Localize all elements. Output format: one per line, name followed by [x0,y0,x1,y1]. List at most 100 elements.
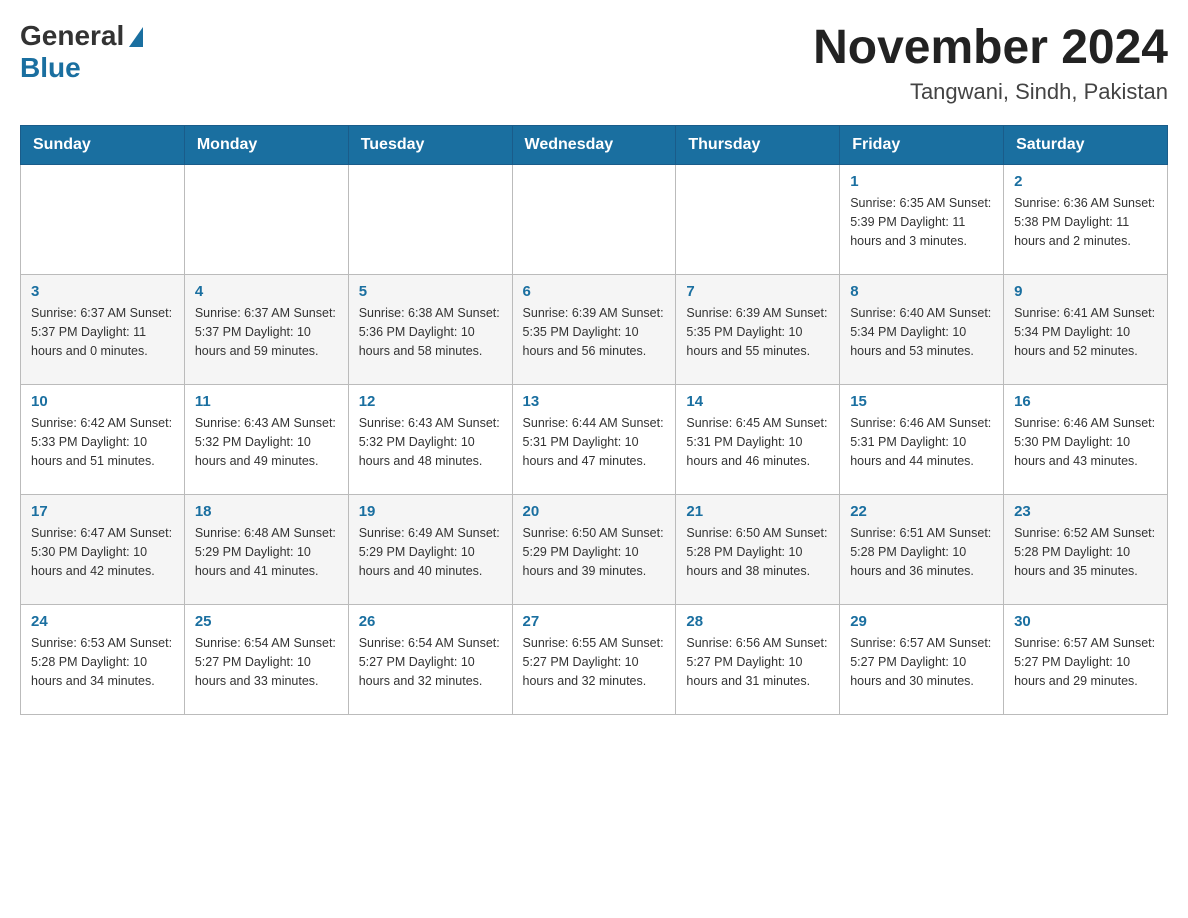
day-info: Sunrise: 6:49 AM Sunset: 5:29 PM Dayligh… [359,524,502,580]
calendar-cell: 24 Sunrise: 6:53 AM Sunset: 5:28 PM Dayli… [21,605,185,715]
day-info: Sunrise: 6:55 AM Sunset: 5:27 PM Dayligh… [523,634,666,690]
day-number: 20 [523,503,666,520]
day-info: Sunrise: 6:48 AM Sunset: 5:29 PM Dayligh… [195,524,338,580]
day-number: 26 [359,613,502,630]
day-number: 19 [359,503,502,520]
calendar-cell: 13Sunrise: 6:44 AM Sunset: 5:31 PM Dayli… [512,385,676,495]
day-info: Sunrise: 6:54 AM Sunset: 5:27 PM Dayligh… [359,634,502,690]
weekday-header-monday: Monday [184,126,348,165]
day-number: 17 [31,503,174,520]
day-info: Sunrise: 6:37 AM Sunset: 5:37 PM Dayligh… [31,304,174,360]
day-number: 4 [195,283,338,300]
weekday-header-wednesday: Wednesday [512,126,676,165]
calendar-cell: 1 Sunrise: 6:35 AM Sunset: 5:39 PM Daylig… [840,165,1004,275]
day-number: 16 [1014,393,1157,410]
day-number: 23 [1014,503,1157,520]
calendar-subtitle: Tangwani, Sindh, Pakistan [813,79,1168,105]
calendar-cell: 26 Sunrise: 6:54 AM Sunset: 5:27 PM Dayli… [348,605,512,715]
weekday-header-tuesday: Tuesday [348,126,512,165]
day-info: Sunrise: 6:57 AM Sunset: 5:27 PM Dayligh… [1014,634,1157,690]
day-number: 12 [359,393,502,410]
logo-general-word: General [20,20,124,52]
calendar-week-row: 10 Sunrise: 6:42 AM Sunset: 5:33 PM Dayli… [21,385,1168,495]
day-number: 1 [850,173,993,190]
calendar-cell: 3 Sunrise: 6:37 AM Sunset: 5:37 PM Daylig… [21,275,185,385]
day-info: Sunrise: 6:38 AM Sunset: 5:36 PM Dayligh… [359,304,502,360]
calendar-cell: 2 Sunrise: 6:36 AM Sunset: 5:38 PM Daylig… [1004,165,1168,275]
day-info: Sunrise: 6:50 AM Sunset: 5:29 PM Dayligh… [523,524,666,580]
day-info: Sunrise: 6:43 AM Sunset: 5:32 PM Dayligh… [195,414,338,470]
day-number: 3 [31,283,174,300]
calendar-cell: 15Sunrise: 6:46 AM Sunset: 5:31 PM Dayli… [840,385,1004,495]
day-number: 5 [359,283,502,300]
calendar-cell: 9 Sunrise: 6:41 AM Sunset: 5:34 PM Daylig… [1004,275,1168,385]
calendar-cell: 5 Sunrise: 6:38 AM Sunset: 5:36 PM Daylig… [348,275,512,385]
day-info: Sunrise: 6:46 AM Sunset: 5:30 PM Dayligh… [1014,414,1157,470]
calendar-cell: 7Sunrise: 6:39 AM Sunset: 5:35 PM Daylig… [676,275,840,385]
weekday-header-saturday: Saturday [1004,126,1168,165]
calendar-cell: 6Sunrise: 6:39 AM Sunset: 5:35 PM Daylig… [512,275,676,385]
day-info: Sunrise: 6:42 AM Sunset: 5:33 PM Dayligh… [31,414,174,470]
weekday-header-friday: Friday [840,126,1004,165]
calendar-cell: 19 Sunrise: 6:49 AM Sunset: 5:29 PM Dayli… [348,495,512,605]
day-info: Sunrise: 6:35 AM Sunset: 5:39 PM Dayligh… [850,194,993,250]
day-number: 28 [686,613,829,630]
day-info: Sunrise: 6:37 AM Sunset: 5:37 PM Dayligh… [195,304,338,360]
calendar-cell [348,165,512,275]
day-number: 9 [1014,283,1157,300]
calendar-cell: 28 Sunrise: 6:56 AM Sunset: 5:27 PM Dayli… [676,605,840,715]
day-info: Sunrise: 6:44 AM Sunset: 5:31 PM Dayligh… [523,414,666,470]
calendar-cell: 11 Sunrise: 6:43 AM Sunset: 5:32 PM Dayli… [184,385,348,495]
day-info: Sunrise: 6:39 AM Sunset: 5:35 PM Dayligh… [523,304,666,360]
title-section: November 2024 Tangwani, Sindh, Pakistan [813,20,1168,105]
day-number: 7 [686,283,829,300]
calendar-table: SundayMondayTuesdayWednesdayThursdayFrid… [20,125,1168,715]
day-info: Sunrise: 6:46 AM Sunset: 5:31 PM Dayligh… [850,414,993,470]
calendar-cell: 22Sunrise: 6:51 AM Sunset: 5:28 PM Dayli… [840,495,1004,605]
day-info: Sunrise: 6:47 AM Sunset: 5:30 PM Dayligh… [31,524,174,580]
calendar-cell [184,165,348,275]
day-info: Sunrise: 6:43 AM Sunset: 5:32 PM Dayligh… [359,414,502,470]
day-number: 10 [31,393,174,410]
calendar-cell [21,165,185,275]
day-number: 21 [686,503,829,520]
calendar-cell: 30 Sunrise: 6:57 AM Sunset: 5:27 PM Dayli… [1004,605,1168,715]
calendar-cell: 12 Sunrise: 6:43 AM Sunset: 5:32 PM Dayli… [348,385,512,495]
day-number: 18 [195,503,338,520]
day-info: Sunrise: 6:54 AM Sunset: 5:27 PM Dayligh… [195,634,338,690]
day-number: 25 [195,613,338,630]
day-info: Sunrise: 6:36 AM Sunset: 5:38 PM Dayligh… [1014,194,1157,250]
calendar-cell: 17 Sunrise: 6:47 AM Sunset: 5:30 PM Dayli… [21,495,185,605]
calendar-cell: 21 Sunrise: 6:50 AM Sunset: 5:28 PM Dayli… [676,495,840,605]
day-info: Sunrise: 6:40 AM Sunset: 5:34 PM Dayligh… [850,304,993,360]
calendar-cell: 20 Sunrise: 6:50 AM Sunset: 5:29 PM Dayli… [512,495,676,605]
day-number: 2 [1014,173,1157,190]
logo: General Blue [20,20,143,84]
day-info: Sunrise: 6:56 AM Sunset: 5:27 PM Dayligh… [686,634,829,690]
day-number: 24 [31,613,174,630]
day-number: 8 [850,283,993,300]
weekday-header-thursday: Thursday [676,126,840,165]
day-info: Sunrise: 6:57 AM Sunset: 5:27 PM Dayligh… [850,634,993,690]
day-info: Sunrise: 6:50 AM Sunset: 5:28 PM Dayligh… [686,524,829,580]
calendar-week-row: 24 Sunrise: 6:53 AM Sunset: 5:28 PM Dayli… [21,605,1168,715]
day-info: Sunrise: 6:51 AM Sunset: 5:28 PM Dayligh… [850,524,993,580]
calendar-cell: 29 Sunrise: 6:57 AM Sunset: 5:27 PM Dayli… [840,605,1004,715]
calendar-cell: 8 Sunrise: 6:40 AM Sunset: 5:34 PM Daylig… [840,275,1004,385]
day-number: 11 [195,393,338,410]
calendar-cell: 23Sunrise: 6:52 AM Sunset: 5:28 PM Dayli… [1004,495,1168,605]
day-info: Sunrise: 6:53 AM Sunset: 5:28 PM Dayligh… [31,634,174,690]
calendar-week-row: 17 Sunrise: 6:47 AM Sunset: 5:30 PM Dayli… [21,495,1168,605]
calendar-week-row: 3 Sunrise: 6:37 AM Sunset: 5:37 PM Daylig… [21,275,1168,385]
day-info: Sunrise: 6:41 AM Sunset: 5:34 PM Dayligh… [1014,304,1157,360]
day-number: 30 [1014,613,1157,630]
page-header: General Blue November 2024 Tangwani, Sin… [20,20,1168,105]
calendar-header-row: SundayMondayTuesdayWednesdayThursdayFrid… [21,126,1168,165]
logo-general-text: General [20,20,143,52]
day-number: 27 [523,613,666,630]
weekday-header-sunday: Sunday [21,126,185,165]
calendar-title: November 2024 [813,20,1168,75]
calendar-cell: 25 Sunrise: 6:54 AM Sunset: 5:27 PM Dayli… [184,605,348,715]
day-number: 29 [850,613,993,630]
logo-blue-word: Blue [20,52,81,84]
